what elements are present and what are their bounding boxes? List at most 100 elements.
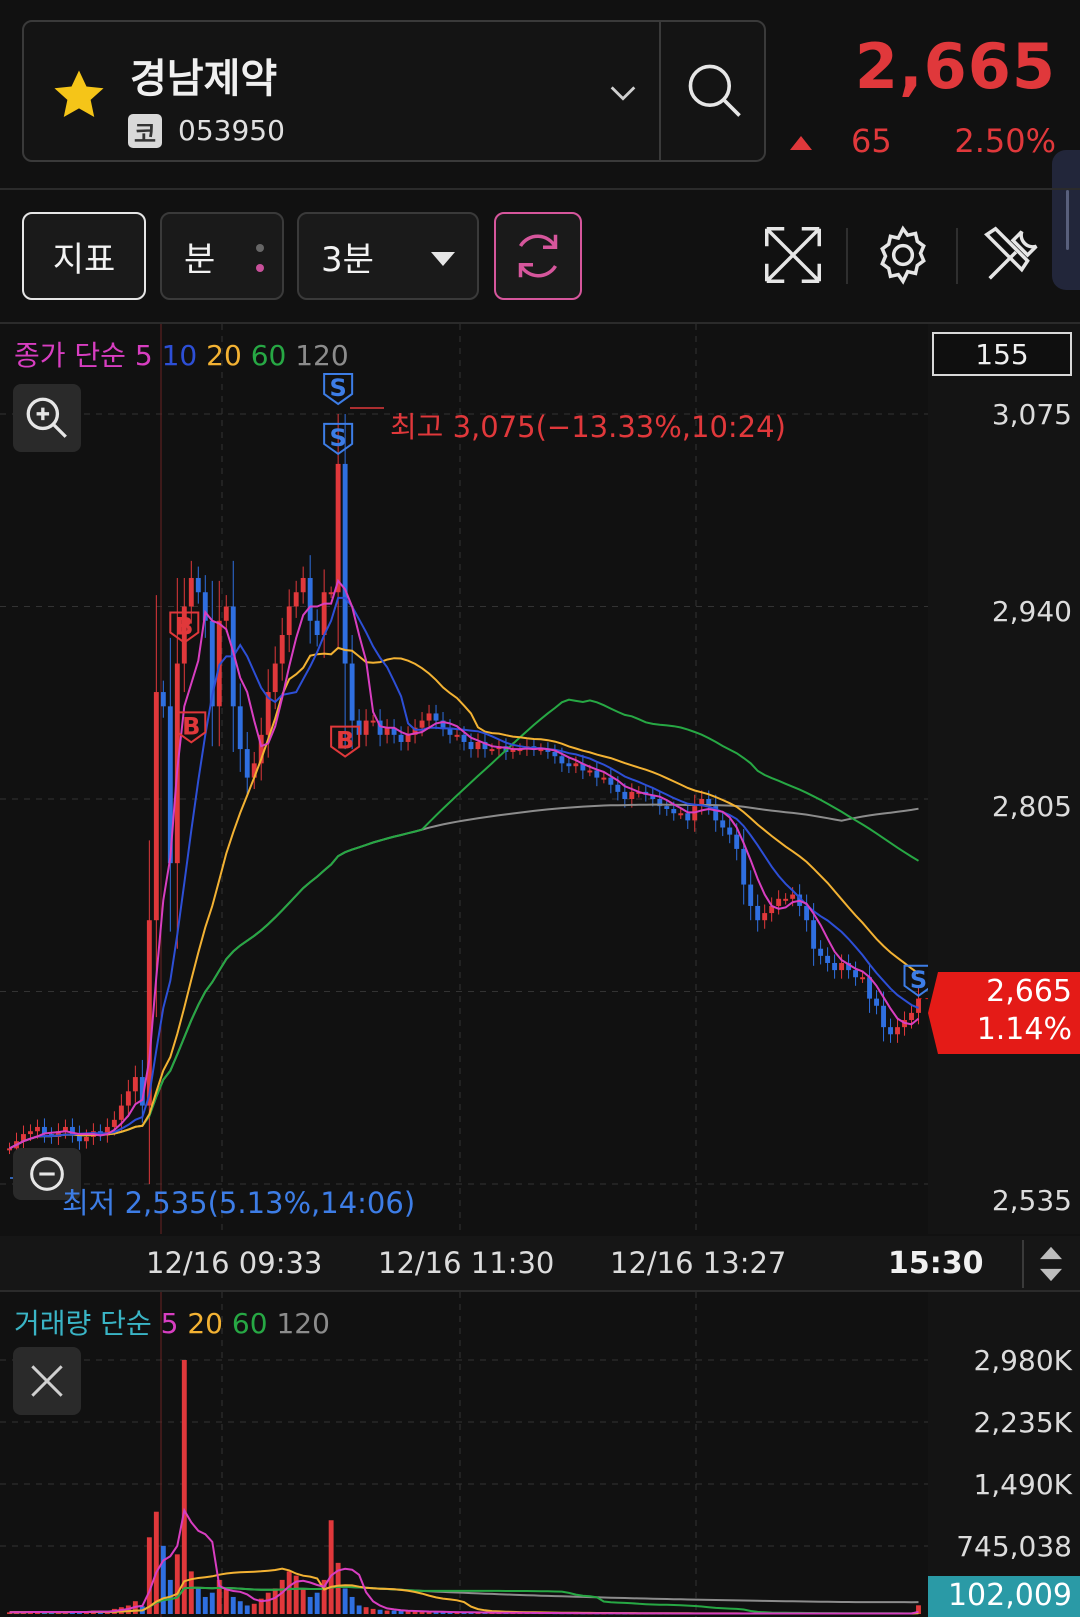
x-tick: 12/16 09:33 — [146, 1246, 323, 1280]
candle — [363, 720, 369, 735]
candle — [594, 770, 600, 778]
volume-bar — [370, 1608, 376, 1614]
svg-text:S: S — [329, 424, 346, 452]
ma10-line — [9, 596, 919, 1150]
price-change: 65 — [851, 122, 892, 160]
vol-ma5-line — [9, 1507, 919, 1615]
candle — [398, 734, 404, 742]
candle — [419, 720, 425, 728]
candle — [223, 606, 229, 621]
high-price-label: 최고 3,075(−13.33%,10:24) — [390, 410, 786, 444]
svg-text:B: B — [336, 727, 354, 755]
candle — [153, 692, 159, 921]
ma5-line — [9, 578, 920, 1150]
interval-type-label: 분 — [184, 240, 216, 280]
current-volume-tag: 102,009 — [928, 1576, 1080, 1617]
volume-bar — [300, 1588, 306, 1614]
candle — [559, 756, 565, 764]
candle — [671, 808, 677, 814]
side-panel-handle[interactable] — [1052, 150, 1080, 290]
candle — [328, 592, 334, 595]
ma120-line — [9, 803, 919, 1150]
buy-signal-icon: B — [169, 611, 200, 644]
volume-bar — [265, 1592, 271, 1614]
candle — [111, 1119, 117, 1127]
volume-bar — [146, 1537, 152, 1614]
candle — [755, 905, 761, 921]
ma5-label: 5 — [134, 339, 153, 372]
volume-bar — [230, 1596, 236, 1614]
up-arrow-icon — [790, 136, 812, 150]
fullscreen-icon[interactable] — [758, 220, 828, 290]
vol-y-tick: 2,980K — [973, 1344, 1072, 1377]
divider — [0, 188, 1080, 190]
stock-name[interactable]: 경남제약 — [130, 46, 277, 104]
candle — [7, 1148, 12, 1151]
candle — [125, 1091, 131, 1106]
candle — [349, 663, 355, 721]
axis-scale-icon[interactable] — [1036, 1242, 1066, 1286]
favorite-star-icon[interactable] — [48, 64, 110, 126]
indicator-button[interactable]: 지표 — [22, 212, 146, 300]
zoom-in-button[interactable] — [13, 384, 81, 452]
candle — [839, 962, 845, 971]
volume-legend-title: 거래량 단순 — [14, 1307, 152, 1340]
candle — [825, 955, 831, 963]
candle — [685, 813, 691, 821]
sell-signal-icon: S — [323, 373, 354, 406]
candle — [405, 734, 411, 742]
volume-bar — [174, 1554, 180, 1614]
interval-type-button[interactable]: 분 — [160, 212, 284, 300]
vol-ma20-label: 20 — [187, 1307, 223, 1340]
stock-selector[interactable]: 경남제약 코 053950 — [22, 20, 766, 162]
refresh-button[interactable] — [494, 212, 582, 300]
ma-legend: 종가 단순 5 10 20 60 120 — [14, 334, 349, 374]
candle — [783, 898, 789, 901]
x-tick-last: 15:30 — [888, 1246, 984, 1281]
candlestick-chart[interactable]: BBBSSS — [0, 324, 928, 1234]
y-tick: 2,940 — [991, 595, 1072, 628]
candle — [35, 1126, 40, 1132]
visible-bar-count[interactable]: 155 — [932, 332, 1072, 376]
ma10-label: 10 — [161, 339, 198, 372]
candle — [552, 751, 558, 757]
volume-bar — [181, 1360, 187, 1614]
more-icon — [256, 244, 264, 252]
candle — [188, 577, 194, 607]
candle — [573, 763, 579, 767]
candle — [272, 663, 278, 693]
gear-icon[interactable] — [868, 220, 938, 290]
chevron-down-icon[interactable] — [606, 76, 640, 110]
candle — [888, 1027, 893, 1035]
candle — [832, 962, 838, 971]
ma-legend-title: 종가 단순 — [14, 339, 126, 372]
candle — [762, 913, 768, 921]
candle — [881, 1005, 886, 1028]
candle — [83, 1136, 89, 1142]
candle — [342, 463, 348, 664]
period-select[interactable]: 3분 — [297, 212, 479, 300]
search-button[interactable] — [664, 22, 766, 160]
candle — [426, 713, 432, 721]
price-change-percent: 2.50% — [954, 122, 1056, 160]
volume-bar — [307, 1596, 313, 1614]
volume-bar — [398, 1611, 404, 1614]
candle — [874, 998, 879, 1006]
volume-bar — [188, 1571, 194, 1614]
candle — [475, 741, 481, 750]
candle — [741, 848, 747, 885]
vol-y-tick: 1,490K — [973, 1468, 1072, 1501]
volume-bar — [356, 1605, 362, 1614]
volume-bar — [202, 1596, 208, 1614]
candle — [853, 970, 859, 978]
volume-bar — [237, 1601, 243, 1614]
y-tick: 3,075 — [991, 398, 1072, 431]
y-tick: 2,535 — [991, 1184, 1072, 1217]
search-icon — [688, 64, 741, 117]
svg-text:B: B — [182, 712, 200, 740]
svg-text:S: S — [910, 966, 927, 994]
candle — [279, 635, 285, 664]
price-axis — [928, 324, 1080, 1234]
close-volume-button[interactable] — [13, 1347, 81, 1415]
tools-icon[interactable] — [978, 220, 1048, 290]
